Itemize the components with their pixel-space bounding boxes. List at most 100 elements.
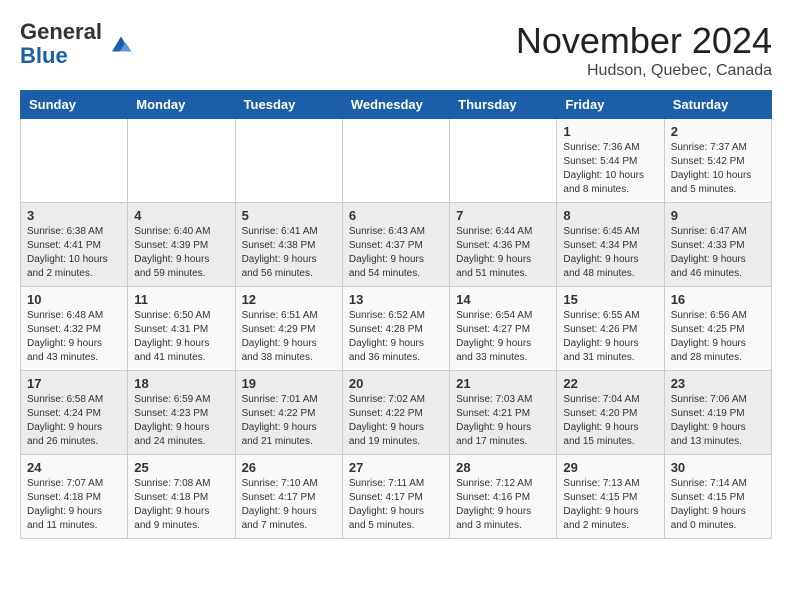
day-number: 3 bbox=[27, 208, 121, 223]
calendar-day-cell bbox=[450, 119, 557, 203]
calendar-table: SundayMondayTuesdayWednesdayThursdayFrid… bbox=[20, 90, 772, 539]
location-subtitle: Hudson, Quebec, Canada bbox=[516, 62, 772, 80]
day-info: Sunrise: 7:10 AM Sunset: 4:17 PM Dayligh… bbox=[242, 477, 336, 533]
calendar-day-cell: 27 Sunrise: 7:11 AM Sunset: 4:17 PM Dayli… bbox=[342, 455, 449, 539]
day-info: Sunrise: 6:54 AM Sunset: 4:27 PM Dayligh… bbox=[456, 309, 550, 365]
page-header: General Blue November 2024 Hudson, Quebe… bbox=[20, 20, 772, 80]
day-number: 6 bbox=[349, 208, 443, 223]
day-number: 20 bbox=[349, 376, 443, 391]
day-info: Sunrise: 7:14 AM Sunset: 4:15 PM Dayligh… bbox=[671, 477, 765, 533]
day-number: 10 bbox=[27, 292, 121, 307]
calendar-day-cell: 13 Sunrise: 6:52 AM Sunset: 4:28 PM Dayli… bbox=[342, 287, 449, 371]
calendar-week-row: 17Sunrise: 6:58 AM Sunset: 4:24 PM Dayli… bbox=[21, 371, 772, 455]
weekday-header: Friday bbox=[557, 91, 664, 119]
day-number: 21 bbox=[456, 376, 550, 391]
calendar-day-cell: 17Sunrise: 6:58 AM Sunset: 4:24 PM Dayli… bbox=[21, 371, 128, 455]
month-title: November 2024 bbox=[516, 20, 772, 62]
day-number: 8 bbox=[563, 208, 657, 223]
title-area: November 2024 Hudson, Quebec, Canada bbox=[516, 20, 772, 80]
weekday-header: Wednesday bbox=[342, 91, 449, 119]
day-number: 2 bbox=[671, 124, 765, 139]
calendar-day-cell: 18 Sunrise: 6:59 AM Sunset: 4:23 PM Dayli… bbox=[128, 371, 235, 455]
day-info: Sunrise: 7:08 AM Sunset: 4:18 PM Dayligh… bbox=[134, 477, 228, 533]
calendar-header-row: SundayMondayTuesdayWednesdayThursdayFrid… bbox=[21, 91, 772, 119]
calendar-week-row: 10 Sunrise: 6:48 AM Sunset: 4:32 PM Dayli… bbox=[21, 287, 772, 371]
day-info: Sunrise: 6:59 AM Sunset: 4:23 PM Dayligh… bbox=[134, 393, 228, 449]
day-number: 19 bbox=[242, 376, 336, 391]
day-info: Sunrise: 7:01 AM Sunset: 4:22 PM Dayligh… bbox=[242, 393, 336, 449]
calendar-day-cell: 9Sunrise: 6:47 AM Sunset: 4:33 PM Daylig… bbox=[664, 203, 771, 287]
weekday-header: Sunday bbox=[21, 91, 128, 119]
calendar-day-cell: 3Sunrise: 6:38 AM Sunset: 4:41 PM Daylig… bbox=[21, 203, 128, 287]
day-number: 27 bbox=[349, 460, 443, 475]
calendar-day-cell: 26 Sunrise: 7:10 AM Sunset: 4:17 PM Dayli… bbox=[235, 455, 342, 539]
calendar-day-cell: 12 Sunrise: 6:51 AM Sunset: 4:29 PM Dayli… bbox=[235, 287, 342, 371]
day-info: Sunrise: 6:52 AM Sunset: 4:28 PM Dayligh… bbox=[349, 309, 443, 365]
weekday-header: Tuesday bbox=[235, 91, 342, 119]
day-number: 26 bbox=[242, 460, 336, 475]
day-number: 5 bbox=[242, 208, 336, 223]
calendar-day-cell: 21 Sunrise: 7:03 AM Sunset: 4:21 PM Dayli… bbox=[450, 371, 557, 455]
weekday-header: Saturday bbox=[664, 91, 771, 119]
day-number: 13 bbox=[349, 292, 443, 307]
day-number: 29 bbox=[563, 460, 657, 475]
day-info: Sunrise: 6:48 AM Sunset: 4:32 PM Dayligh… bbox=[27, 309, 121, 365]
calendar-day-cell: 1 Sunrise: 7:36 AM Sunset: 5:44 PM Daylig… bbox=[557, 119, 664, 203]
calendar-day-cell: 24Sunrise: 7:07 AM Sunset: 4:18 PM Dayli… bbox=[21, 455, 128, 539]
calendar-day-cell bbox=[21, 119, 128, 203]
day-info: Sunrise: 7:03 AM Sunset: 4:21 PM Dayligh… bbox=[456, 393, 550, 449]
day-info: Sunrise: 7:07 AM Sunset: 4:18 PM Dayligh… bbox=[27, 477, 121, 533]
day-number: 30 bbox=[671, 460, 765, 475]
day-info: Sunrise: 6:56 AM Sunset: 4:25 PM Dayligh… bbox=[671, 309, 765, 365]
weekday-header: Monday bbox=[128, 91, 235, 119]
calendar-day-cell: 23Sunrise: 7:06 AM Sunset: 4:19 PM Dayli… bbox=[664, 371, 771, 455]
calendar-day-cell: 28 Sunrise: 7:12 AM Sunset: 4:16 PM Dayli… bbox=[450, 455, 557, 539]
logo-icon bbox=[106, 29, 136, 59]
calendar-day-cell: 16 Sunrise: 6:56 AM Sunset: 4:25 PM Dayli… bbox=[664, 287, 771, 371]
calendar-day-cell: 11Sunrise: 6:50 AM Sunset: 4:31 PM Dayli… bbox=[128, 287, 235, 371]
calendar-day-cell: 22Sunrise: 7:04 AM Sunset: 4:20 PM Dayli… bbox=[557, 371, 664, 455]
calendar-day-cell: 29Sunrise: 7:13 AM Sunset: 4:15 PM Dayli… bbox=[557, 455, 664, 539]
calendar-day-cell: 7 Sunrise: 6:44 AM Sunset: 4:36 PM Daylig… bbox=[450, 203, 557, 287]
day-info: Sunrise: 6:40 AM Sunset: 4:39 PM Dayligh… bbox=[134, 225, 228, 281]
day-number: 28 bbox=[456, 460, 550, 475]
day-number: 18 bbox=[134, 376, 228, 391]
day-info: Sunrise: 6:58 AM Sunset: 4:24 PM Dayligh… bbox=[27, 393, 121, 449]
day-info: Sunrise: 6:55 AM Sunset: 4:26 PM Dayligh… bbox=[563, 309, 657, 365]
day-info: Sunrise: 7:11 AM Sunset: 4:17 PM Dayligh… bbox=[349, 477, 443, 533]
day-info: Sunrise: 6:44 AM Sunset: 4:36 PM Dayligh… bbox=[456, 225, 550, 281]
calendar-day-cell: 10 Sunrise: 6:48 AM Sunset: 4:32 PM Dayli… bbox=[21, 287, 128, 371]
day-info: Sunrise: 7:12 AM Sunset: 4:16 PM Dayligh… bbox=[456, 477, 550, 533]
calendar-day-cell: 14Sunrise: 6:54 AM Sunset: 4:27 PM Dayli… bbox=[450, 287, 557, 371]
calendar-week-row: 1 Sunrise: 7:36 AM Sunset: 5:44 PM Daylig… bbox=[21, 119, 772, 203]
day-info: Sunrise: 6:50 AM Sunset: 4:31 PM Dayligh… bbox=[134, 309, 228, 365]
logo-blue: Blue bbox=[20, 43, 68, 68]
day-number: 7 bbox=[456, 208, 550, 223]
day-info: Sunrise: 6:51 AM Sunset: 4:29 PM Dayligh… bbox=[242, 309, 336, 365]
day-number: 4 bbox=[134, 208, 228, 223]
day-info: Sunrise: 6:41 AM Sunset: 4:38 PM Dayligh… bbox=[242, 225, 336, 281]
calendar-day-cell: 15 Sunrise: 6:55 AM Sunset: 4:26 PM Dayli… bbox=[557, 287, 664, 371]
calendar-day-cell: 8 Sunrise: 6:45 AM Sunset: 4:34 PM Daylig… bbox=[557, 203, 664, 287]
day-number: 1 bbox=[563, 124, 657, 139]
day-number: 9 bbox=[671, 208, 765, 223]
calendar-day-cell bbox=[128, 119, 235, 203]
calendar-week-row: 3Sunrise: 6:38 AM Sunset: 4:41 PM Daylig… bbox=[21, 203, 772, 287]
calendar-day-cell: 4 Sunrise: 6:40 AM Sunset: 4:39 PM Daylig… bbox=[128, 203, 235, 287]
day-number: 12 bbox=[242, 292, 336, 307]
logo: General Blue bbox=[20, 20, 136, 68]
day-info: Sunrise: 7:37 AM Sunset: 5:42 PM Dayligh… bbox=[671, 141, 765, 197]
day-number: 23 bbox=[671, 376, 765, 391]
calendar-day-cell: 30 Sunrise: 7:14 AM Sunset: 4:15 PM Dayli… bbox=[664, 455, 771, 539]
calendar-day-cell bbox=[235, 119, 342, 203]
day-info: Sunrise: 6:45 AM Sunset: 4:34 PM Dayligh… bbox=[563, 225, 657, 281]
day-info: Sunrise: 7:36 AM Sunset: 5:44 PM Dayligh… bbox=[563, 141, 657, 197]
day-info: Sunrise: 6:43 AM Sunset: 4:37 PM Dayligh… bbox=[349, 225, 443, 281]
logo-general: General bbox=[20, 19, 102, 44]
calendar-day-cell: 20Sunrise: 7:02 AM Sunset: 4:22 PM Dayli… bbox=[342, 371, 449, 455]
calendar-day-cell: 6 Sunrise: 6:43 AM Sunset: 4:37 PM Daylig… bbox=[342, 203, 449, 287]
calendar-day-cell: 25Sunrise: 7:08 AM Sunset: 4:18 PM Dayli… bbox=[128, 455, 235, 539]
day-number: 15 bbox=[563, 292, 657, 307]
day-number: 22 bbox=[563, 376, 657, 391]
day-number: 16 bbox=[671, 292, 765, 307]
